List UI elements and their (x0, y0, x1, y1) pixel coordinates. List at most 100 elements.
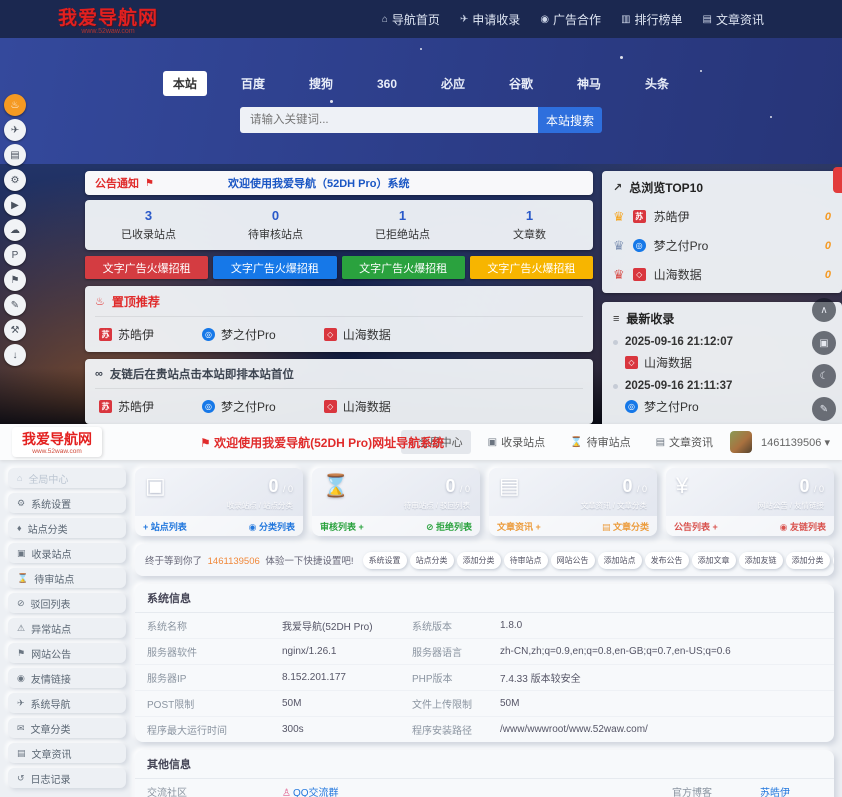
quick-button[interactable]: 添加站点 (598, 552, 642, 569)
quick-button[interactable]: 系统设置 (363, 552, 407, 569)
site-link[interactable]: 苏苏皓伊 (99, 326, 154, 343)
warning-icon: ⚠ (17, 623, 25, 634)
floating-button-hot[interactable]: ♨ (4, 94, 26, 116)
tab-shenma[interactable]: 神马 (567, 71, 611, 96)
quick-button[interactable]: 发布公告 (645, 552, 689, 569)
info-value: 7.4.33 版本较安全 (500, 670, 822, 685)
site-logo[interactable]: 我爱导航网 www.52waw.com (58, 3, 158, 35)
sidebar-item-abnormal-sites[interactable]: ⚠异常站点 (8, 618, 126, 638)
sidebar-item-articles[interactable]: ▤文章资讯 (8, 743, 126, 763)
sidebar-item-settings[interactable]: ⚙系统设置 (8, 493, 126, 513)
site-link[interactable]: ◇山海数据 (324, 398, 391, 415)
quick-button[interactable]: 添加分类 (786, 552, 830, 569)
side-tab[interactable] (833, 167, 842, 193)
latest-item[interactable]: 2025-09-16 21:11:37 ◎梦之付Pro (613, 380, 831, 415)
qq-group-link[interactable]: QQ交流群 (293, 788, 339, 797)
floating-button[interactable]: ⚙ (4, 169, 26, 191)
tab-baidu[interactable]: 百度 (231, 71, 275, 96)
sidebar-item-friend-links[interactable]: ◉友情链接 (8, 668, 126, 688)
megaphone-icon: ⚑ (17, 648, 25, 659)
quick-button[interactable]: 站点分类 (410, 552, 454, 569)
tab-google[interactable]: 谷歌 (499, 71, 543, 96)
quick-button[interactable]: 网站公告 (551, 552, 595, 569)
site-link[interactable]: ◎梦之付Pro (202, 326, 276, 343)
sidebar-item-system-nav[interactable]: ✈系统导航 (8, 693, 126, 713)
menu-item-dashboard[interactable]: ⌂全局中心 (401, 430, 471, 454)
text-ad-banner-green[interactable]: 文字广告火爆招租 (342, 256, 465, 279)
text-ad-banner-red[interactable]: 文字广告火爆招租 (85, 256, 208, 279)
sidebar-item-included-sites[interactable]: ▣收录站点 (8, 543, 126, 563)
sidebar-item-article-categories[interactable]: ✉文章分类 (8, 718, 126, 738)
username-dropdown[interactable]: 1461139506 ▾ (761, 436, 830, 449)
text-ad-banner-yellow[interactable]: 文字广告火爆招租 (470, 256, 593, 279)
category-icon: ♦ (17, 523, 22, 533)
site-link[interactable]: 苏苏皓伊 (99, 398, 154, 415)
system-info-card: 系统信息 系统名称我爱导航(52DH Pro) 系统版本1.8.0 服务器软件n… (135, 584, 834, 742)
floating-button[interactable]: ▶ (4, 194, 26, 216)
nav-item-articles[interactable]: ▤文章资讯 (703, 11, 764, 28)
top10-row[interactable]: ♛ ◇ 山海数据 0 (613, 266, 831, 283)
official-blog-link[interactable]: 苏皓伊 (760, 788, 790, 797)
floating-button[interactable]: ⚑ (4, 269, 26, 291)
floating-button[interactable]: ▤ (4, 144, 26, 166)
stat-denominator: / 0 (814, 484, 824, 494)
eye-icon: ◉ (540, 14, 549, 25)
tab-sogou[interactable]: 搜狗 (299, 71, 343, 96)
nav-item-ads[interactable]: ◉广告合作 (540, 11, 601, 28)
quick-button[interactable]: 添加文章 (692, 552, 736, 569)
stat-card-footer: 文章资讯 + ▤ 文章分类 (489, 516, 657, 536)
top10-row[interactable]: ♛ ◎ 梦之付Pro 0 (613, 237, 831, 254)
quick-button[interactable]: 添加分类 (457, 552, 501, 569)
quick-button[interactable]: 待审站点 (504, 552, 548, 569)
card-footer-link[interactable]: 公告列表 + (674, 520, 718, 533)
sidebar-item-rejected-list[interactable]: ⊘驳回列表 (8, 593, 126, 613)
edit-button[interactable]: ✎ (812, 397, 836, 421)
card-footer-link[interactable]: ◉ 友链列表 (780, 520, 826, 533)
sidebar-item-dashboard[interactable]: ⌂全局中心 (8, 468, 126, 488)
latest-item[interactable]: 2025-09-16 21:12:07 ◇山海数据 (613, 336, 831, 371)
top10-row[interactable]: ♛ 苏 苏皓伊 0 (613, 208, 831, 225)
menu-item-sites[interactable]: ▣收录站点 (480, 430, 553, 454)
tab-local[interactable]: 本站 (163, 71, 207, 96)
nav-item-home[interactable]: ⌂导航首页 (382, 11, 440, 28)
quick-button[interactable]: 添加文章分类 (833, 552, 834, 569)
friend-link-panel: ∞ 友链后在贵站点击本站即排本站首位 苏苏皓伊 ◎梦之付Pro ◇山海数据 (85, 359, 593, 424)
card-footer-link[interactable]: 审核列表 + (320, 520, 364, 533)
site-link[interactable]: ◎梦之付Pro (202, 398, 276, 415)
site-link[interactable]: ◇山海数据 (324, 326, 391, 343)
card-footer-link[interactable]: 文章资讯 + (497, 520, 541, 533)
card-footer-link[interactable]: ▤ 文章分类 (602, 520, 649, 533)
sidebar-item-pending-sites[interactable]: ⌛待审站点 (8, 568, 126, 588)
scroll-top-button[interactable]: ∧ (812, 298, 836, 322)
user-id-link[interactable]: 1461139506 (208, 556, 260, 567)
nav-item-rank[interactable]: ▥排行榜单 (621, 11, 682, 28)
tab-bing[interactable]: 必应 (431, 71, 475, 96)
card-footer-link[interactable]: ⊘ 拒绝列表 (426, 520, 472, 533)
floating-button[interactable]: ↓ (4, 344, 26, 366)
text-ad-banner-blue[interactable]: 文字广告火爆招租 (213, 256, 336, 279)
search-button[interactable]: 本站搜索 (538, 107, 602, 133)
card-footer-link[interactable]: + 站点列表 (143, 520, 187, 533)
sidebar-item-logs[interactable]: ↺日志记录 (8, 768, 126, 788)
floating-button[interactable]: ☁ (4, 219, 26, 241)
sidebar-item-announcements[interactable]: ⚑网站公告 (8, 643, 126, 663)
stat-subtitle: 收录站点 / 站点分类 (135, 500, 303, 511)
search-input[interactable] (240, 107, 538, 133)
floating-button[interactable]: ✎ (4, 294, 26, 316)
admin-logo[interactable]: 我爱导航网 www.52waw.com (12, 427, 102, 457)
nav-item-submit[interactable]: ✈申请收录 (460, 11, 520, 28)
tab-toutiao[interactable]: 头条 (635, 71, 679, 96)
menu-item-articles[interactable]: ▤文章资讯 (648, 430, 721, 454)
sidebar-item-site-categories[interactable]: ♦站点分类 (8, 518, 126, 538)
tab-360[interactable]: 360 (367, 73, 407, 95)
floating-button[interactable]: P (4, 244, 26, 266)
menu-item-pending[interactable]: ⌛待审站点 (562, 430, 638, 454)
card-footer-link[interactable]: ◉ 分类列表 (249, 520, 295, 533)
user-avatar[interactable] (730, 431, 752, 453)
floating-button[interactable]: ⚒ (4, 319, 26, 341)
quick-button[interactable]: 添加友链 (739, 552, 783, 569)
screenshot-button[interactable]: ▣ (812, 331, 836, 355)
floating-button[interactable]: ✈ (4, 119, 26, 141)
announcement-text[interactable]: 欢迎使用我爱导航（52DH Pro）系统 (228, 175, 410, 191)
theme-button[interactable]: ☾ (812, 364, 836, 388)
